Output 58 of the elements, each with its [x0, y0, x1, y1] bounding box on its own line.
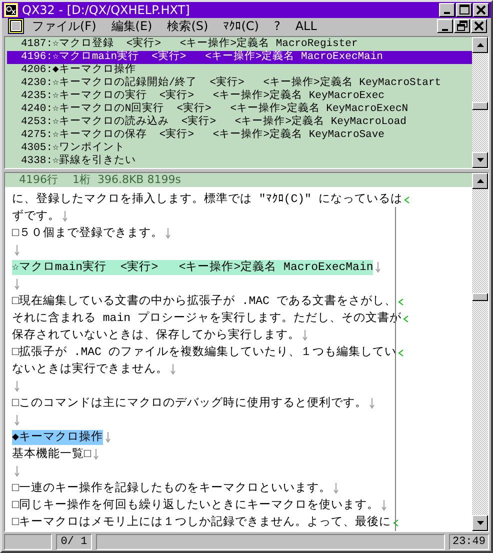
outline-item[interactable]: 4235:☆キーマクロの実行 <実行> <キー操作>定義名 KeyMacroExec — [7, 90, 472, 103]
text-line: ないときは実行できません。 — [12, 362, 168, 377]
outline-item[interactable]: 4305:☆ワンポイント — [7, 142, 472, 155]
minimize-button[interactable] — [437, 19, 453, 34]
text-line: □キーマクロはメモリ上には１つしか記録できません。よって、最後に — [12, 514, 391, 530]
minimize-icon — [442, 28, 448, 31]
scroll-thumb[interactable] — [472, 102, 488, 110]
scrollbar[interactable] — [472, 36, 488, 168]
minimize-icon — [444, 12, 450, 14]
up-arrow-icon — [476, 178, 484, 183]
minimize-button[interactable] — [439, 2, 455, 17]
scroll-down-button[interactable] — [472, 514, 488, 531]
outline-item[interactable]: 4196:☆マクロmain実行 <実行> <キー操作>定義名 MacroExecMain — [7, 50, 472, 64]
restore-button[interactable] — [454, 19, 470, 34]
text-line: □同じキー操作を何回も繰り返したいときにキーマクロを使います。 — [12, 498, 379, 513]
text-line: ずです。 — [12, 208, 60, 224]
text-line: □５０個まで登録できます。 — [12, 226, 163, 241]
status-panel — [4, 534, 52, 550]
text-line: 保存されていないときは、保存してから実行します。 — [12, 328, 300, 343]
close-button[interactable] — [473, 2, 489, 17]
menu-item[interactable]: ﾏｸﾛ(C) — [223, 19, 259, 34]
close-icon — [473, 20, 485, 32]
text-line: □このコマンドは主にマクロのデバッグ時に使用すると便利です。 — [12, 396, 367, 411]
down-arrow-icon — [476, 158, 484, 162]
window-title: QX32 - [D:/QX/QXHELP.HXT] — [22, 2, 191, 17]
text-line: □拡張子が .MAC のファイルを複数編集していたり、１つも編集してい — [12, 344, 396, 360]
outline-item[interactable]: 4275:☆キーマクロの保存 <実行> <キー操作>定義名 KeyMacroSave — [7, 128, 472, 142]
scroll-up-button[interactable] — [472, 36, 488, 53]
status-panel: 23:49 — [449, 534, 489, 550]
maximize-button[interactable] — [456, 2, 472, 17]
close-button[interactable] — [471, 19, 487, 34]
menu-item[interactable]: ? — [274, 19, 280, 34]
text-line: に、登録したマクロを挿入します。標準では ″ﾏｸﾛ(C)″ になっているは — [12, 192, 402, 207]
app-icon — [4, 2, 18, 17]
menu-item[interactable]: ファイル(F) — [32, 18, 96, 35]
up-arrow-icon — [476, 42, 484, 47]
menu-item[interactable]: 検索(S) — [167, 18, 208, 35]
close-icon — [475, 4, 487, 16]
outline-item[interactable]: 4230:☆キーマクロの記録開始/終了 <実行> <キー操作>定義名 KeyMacroStart — [7, 76, 472, 90]
menu-item[interactable]: ALL — [295, 19, 317, 34]
outline-item[interactable]: 4253:☆キーマクロの読み込み <実行> <キー操作>定義名 KeyMacroLoad — [7, 116, 472, 129]
scrollbar[interactable] — [472, 172, 488, 531]
text-line: □一連のキー操作を記録したものをキーマクロといいます。 — [12, 480, 331, 496]
document-icon[interactable] — [8, 18, 24, 34]
scroll-up-button[interactable] — [472, 172, 488, 189]
outline-item[interactable]: 4187:☆マクロ登録 <実行> <キー操作>定義名 MacroRegister — [7, 38, 472, 51]
maximize-icon — [458, 4, 470, 16]
outline-item[interactable]: 4338:☆罫線を引きたい — [7, 154, 472, 168]
down-arrow-icon — [476, 520, 484, 525]
outline-item[interactable]: 4206:◆キーマクロ操作 — [7, 64, 472, 77]
restore-icon — [456, 20, 468, 32]
scroll-down-button[interactable] — [472, 152, 488, 168]
text-line: □現在編集している文書の中から拡張子が .MAC である文書をさがし、 — [12, 294, 396, 309]
menu-item[interactable]: 編集(E) — [111, 18, 152, 35]
scroll-thumb[interactable] — [472, 292, 488, 301]
outline-item[interactable]: 4240:☆キーマクロのN回実行 <実行> <キー操作>定義名 KeyMacroExecN — [7, 102, 472, 116]
status-panel: 0/ 1 — [56, 534, 92, 550]
text-line: 基本機能一覧□ — [12, 446, 91, 462]
